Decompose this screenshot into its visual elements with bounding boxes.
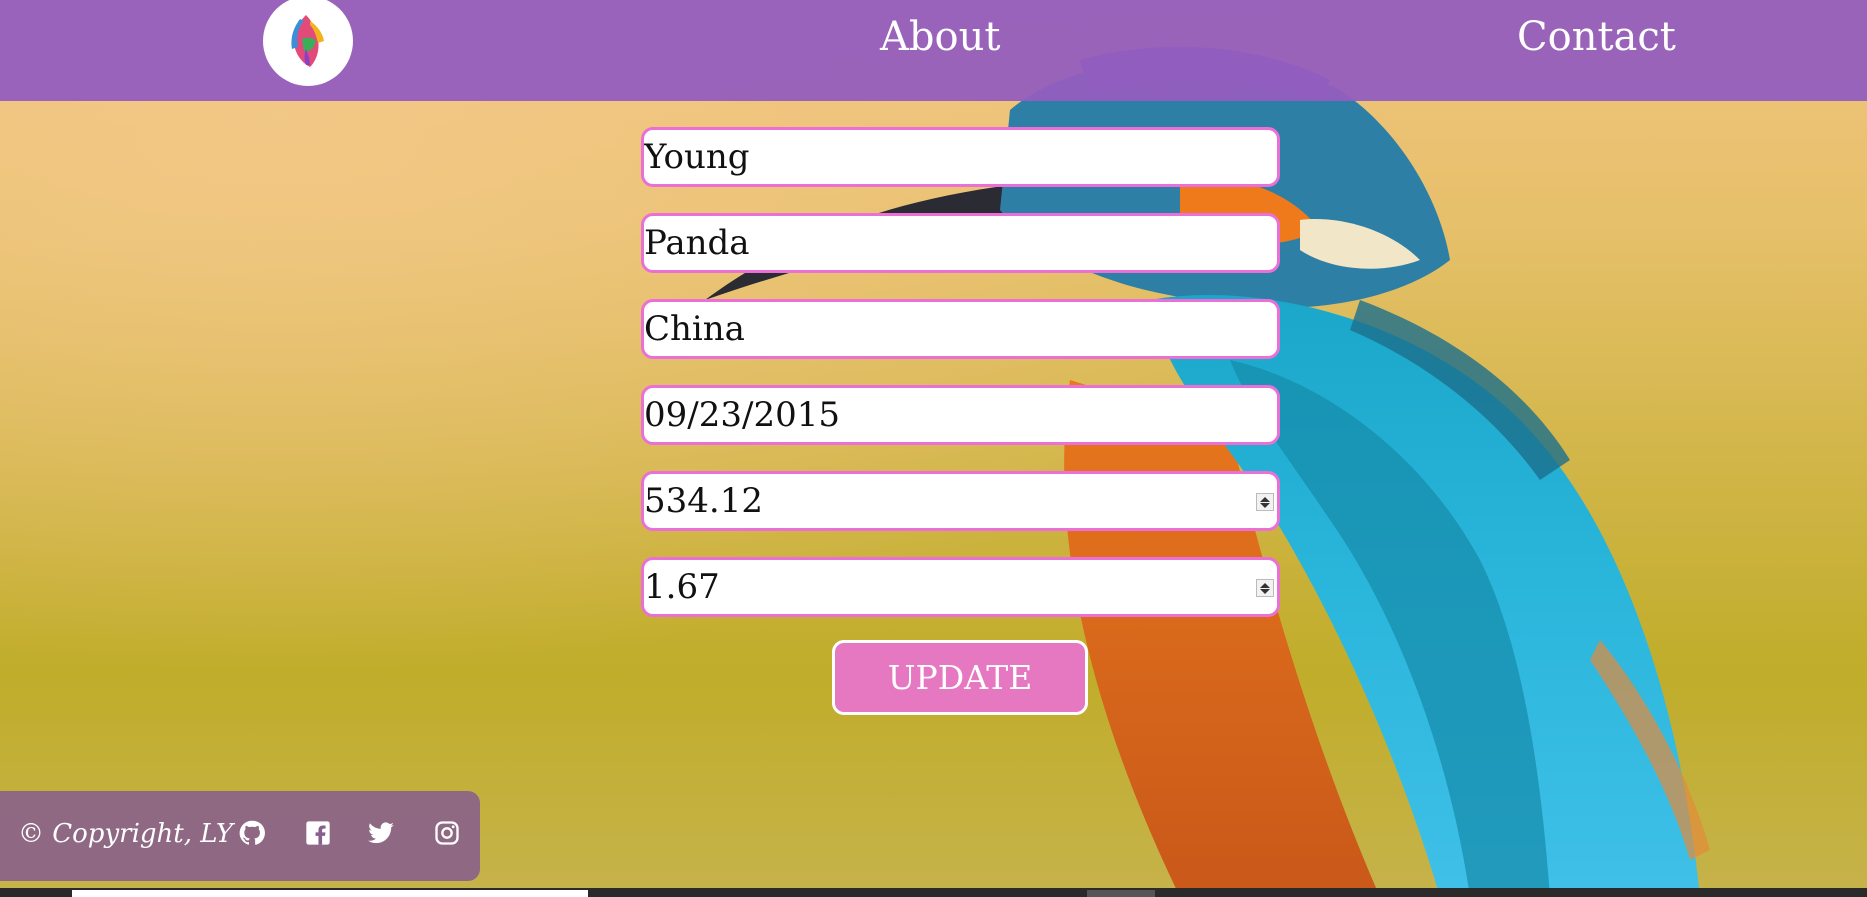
lion-logo-icon[interactable] [263,0,353,86]
amount-field-wrapper [641,471,1280,531]
update-button[interactable]: UPDATE [832,640,1088,715]
date-input[interactable] [644,388,1277,442]
navbar: About Contact [0,0,1867,101]
facebook-icon[interactable] [304,819,332,847]
date-field-wrapper [641,385,1280,445]
rate-spinner[interactable] [1256,579,1274,597]
last-name-input[interactable] [644,216,1277,270]
last-name-field-wrapper [641,213,1280,273]
nav-about-link[interactable]: About [880,14,1000,60]
copyright-text: © Copyright, LY [18,819,234,849]
first-name-input[interactable] [644,130,1277,184]
country-input[interactable] [644,302,1277,356]
nav-contact-link[interactable]: Contact [1517,14,1676,60]
country-field-wrapper [641,299,1280,359]
github-icon[interactable] [238,819,266,847]
rate-field-wrapper [641,557,1280,617]
profile-form [641,127,1280,643]
scrollbar-thumb[interactable] [72,890,588,897]
footer: © Copyright, LY [0,791,480,881]
instagram-icon[interactable] [433,819,461,847]
amount-spinner[interactable] [1256,493,1274,511]
rate-number-input[interactable] [644,560,1277,614]
twitter-icon[interactable] [367,819,395,847]
bottom-scrollbar[interactable] [0,888,1867,897]
scrollbar-segment [1087,890,1155,897]
amount-number-input[interactable] [644,474,1277,528]
first-name-field-wrapper [641,127,1280,187]
